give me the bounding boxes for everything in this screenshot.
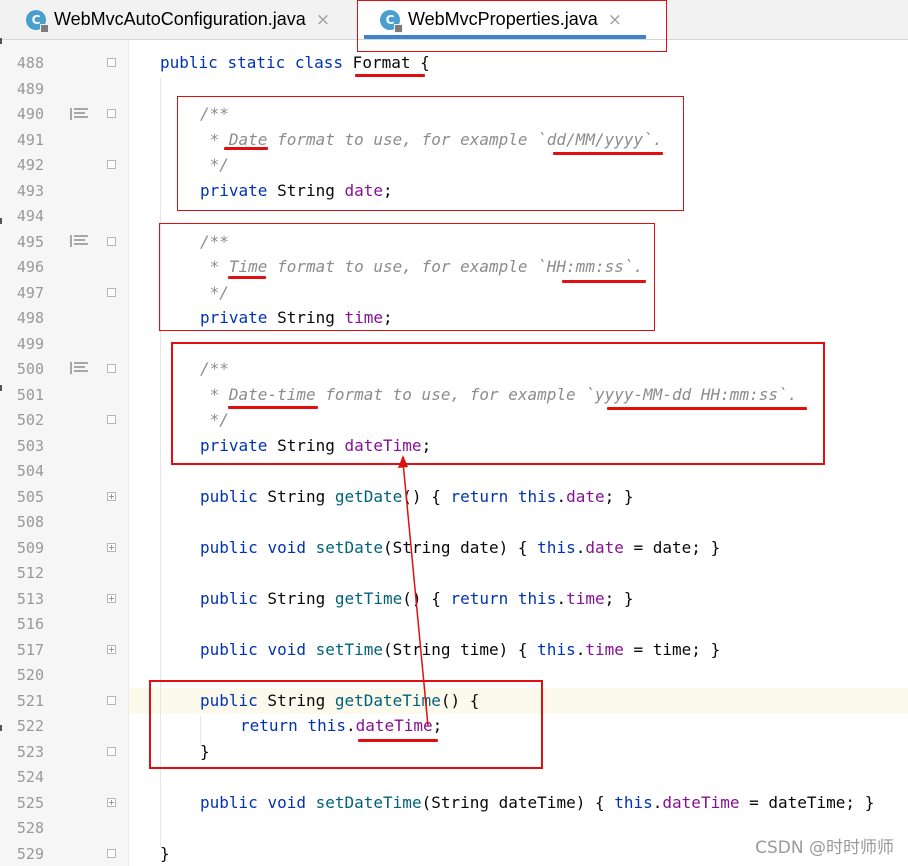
underline-date <box>224 147 268 150</box>
code-line: public void setDateTime(String dateTime)… <box>200 793 875 812</box>
doc-comment-icon[interactable] <box>70 108 90 120</box>
fold-marker-icon[interactable] <box>107 696 116 705</box>
fold-marker-icon[interactable] <box>107 160 116 169</box>
line-number: 521 <box>16 692 44 710</box>
line-number: 499 <box>16 335 44 353</box>
line-number: 489 <box>16 80 44 98</box>
annotation-box-datetime <box>171 342 825 465</box>
line-number: 493 <box>16 182 44 200</box>
fold-marker-icon[interactable] <box>107 747 116 756</box>
fold-marker-icon[interactable] <box>107 645 116 654</box>
line-number: 520 <box>16 666 44 684</box>
line-number: 498 <box>16 309 44 327</box>
fold-marker-icon[interactable] <box>107 849 116 858</box>
line-number: 528 <box>16 819 44 837</box>
code-line: } <box>160 844 170 863</box>
line-number: 496 <box>16 258 44 276</box>
code-line: public static class Format { <box>160 53 430 72</box>
line-number: 525 <box>16 794 44 812</box>
fold-marker-icon[interactable] <box>107 288 116 297</box>
line-number: 500 <box>16 360 44 378</box>
line-number: 508 <box>16 513 44 531</box>
underline-time <box>228 276 266 279</box>
line-number: 495 <box>16 233 44 251</box>
code-line: public String getTime() { return this.ti… <box>200 589 634 608</box>
fold-marker-icon[interactable] <box>107 415 116 424</box>
line-number: 513 <box>16 590 44 608</box>
lock-icon <box>40 23 49 33</box>
underline-date-pattern <box>553 152 663 155</box>
underline-datetime <box>228 406 318 409</box>
fold-marker-icon[interactable] <box>107 58 116 67</box>
code-line: public void setDate(String date) { this.… <box>200 538 721 557</box>
fold-marker-icon[interactable] <box>107 109 116 118</box>
line-number: 516 <box>16 615 44 633</box>
line-number: 491 <box>16 131 44 149</box>
tab-webmvc-auto-configuration[interactable]: C WebMvcAutoConfiguration.java × <box>26 0 330 39</box>
line-number: 517 <box>16 641 44 659</box>
line-number: 522 <box>16 717 44 735</box>
doc-comment-icon[interactable] <box>70 235 90 247</box>
line-number: 494 <box>16 207 44 225</box>
fold-marker-icon[interactable] <box>107 492 116 501</box>
fold-marker-icon[interactable] <box>107 798 116 807</box>
class-icon: C <box>26 9 49 33</box>
line-number: 505 <box>16 488 44 506</box>
code-line: public String getDate() { return this.da… <box>200 487 634 506</box>
line-number: 524 <box>16 768 44 786</box>
line-number: 504 <box>16 462 44 480</box>
tab-label: WebMvcAutoConfiguration.java <box>54 9 306 29</box>
line-number: 501 <box>16 386 44 404</box>
line-number: 497 <box>16 284 44 302</box>
doc-comment-icon[interactable] <box>70 362 90 374</box>
line-number: 509 <box>16 539 44 557</box>
annotation-box-tab <box>357 0 667 52</box>
line-number: 488 <box>16 54 44 72</box>
fold-marker-icon[interactable] <box>107 364 116 373</box>
underline-format <box>355 74 425 77</box>
fold-marker-icon[interactable] <box>107 594 116 603</box>
underline-time-pattern <box>562 280 646 283</box>
line-number: 523 <box>16 743 44 761</box>
line-number: 529 <box>16 845 44 863</box>
line-number: 490 <box>16 105 44 123</box>
annotation-box-getter <box>149 680 543 769</box>
line-number: 492 <box>16 156 44 174</box>
close-icon[interactable]: × <box>316 10 330 30</box>
fold-marker-icon[interactable] <box>107 237 116 246</box>
watermark: CSDN @时时师师 <box>755 838 894 858</box>
underline-datetime-pattern <box>607 407 807 410</box>
line-number: 512 <box>16 564 44 582</box>
fold-marker-icon[interactable] <box>107 543 116 552</box>
line-number: 502 <box>16 411 44 429</box>
underline-return-datetime <box>358 739 438 742</box>
code-line: public void setTime(String time) { this.… <box>200 640 721 659</box>
line-number: 503 <box>16 437 44 455</box>
